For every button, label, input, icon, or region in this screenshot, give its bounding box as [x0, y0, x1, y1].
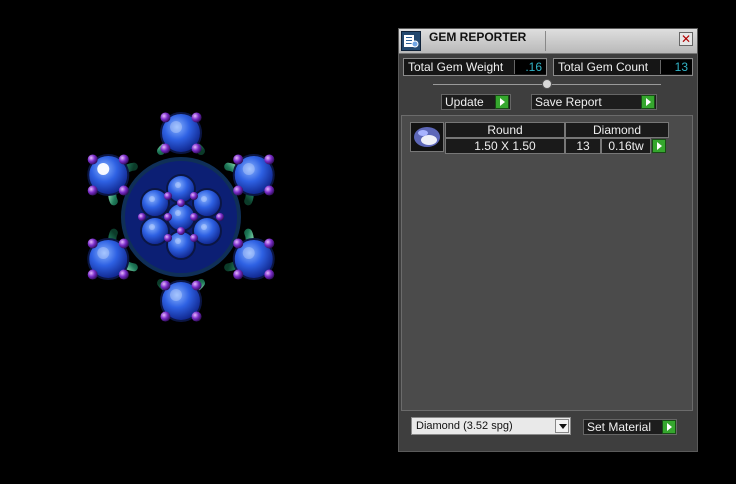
- update-button-label: Update: [445, 95, 484, 109]
- purple-prong: [118, 185, 129, 196]
- purple-prong: [233, 238, 244, 249]
- close-icon: ✕: [680, 32, 692, 46]
- purple-bead: [190, 234, 198, 242]
- set-material-button[interactable]: Set Material: [583, 419, 677, 435]
- total-gem-count-label: Total Gem Count: [558, 60, 649, 74]
- purple-prong: [191, 143, 202, 154]
- purple-prong: [233, 269, 244, 280]
- inner-gem: [166, 174, 196, 204]
- gem-list: Round Diamond 1.50 X 1.50 13 0.16tw: [401, 115, 693, 411]
- inner-gem-highlight: [175, 182, 181, 188]
- gem-highlight: [97, 247, 110, 259]
- title-bar[interactable]: GEM REPORTER ✕: [399, 29, 697, 54]
- inner-gem-highlight: [149, 196, 155, 202]
- inner-gem: [166, 230, 196, 260]
- purple-prong: [191, 311, 202, 322]
- material-select[interactable]: Diamond (3.52 spg): [411, 417, 571, 435]
- purple-prong: [264, 269, 275, 280]
- gem-highlight: [242, 163, 255, 175]
- purple-prong: [264, 185, 275, 196]
- purple-bead: [164, 213, 172, 221]
- purple-prong: [233, 185, 244, 196]
- inner-gem-highlight: [201, 196, 207, 202]
- gem-reporter-panel: GEM REPORTER ✕ Total Gem Weight .16 Tota…: [398, 28, 698, 452]
- material-select-value: Diamond (3.52 spg): [416, 420, 513, 432]
- inner-gem-highlight: [175, 238, 181, 244]
- play-arrow-icon: [495, 95, 509, 109]
- purple-prong: [118, 238, 129, 249]
- gem-thumbnail-graphic: [414, 127, 440, 147]
- gem-weight-cell: 0.16tw: [601, 138, 651, 154]
- purple-prong: [87, 185, 98, 196]
- play-arrow-icon[interactable]: [652, 139, 666, 153]
- purple-prong: [118, 154, 129, 165]
- purple-bead: [216, 213, 224, 221]
- purple-prong: [87, 238, 98, 249]
- play-arrow-icon: [662, 420, 676, 434]
- purple-prong: [191, 280, 202, 291]
- chevron-down-icon[interactable]: [555, 419, 569, 433]
- 3d-viewport[interactable]: [0, 0, 396, 484]
- gem-count-cell: 13: [565, 138, 601, 154]
- inner-gem-highlight: [149, 224, 155, 230]
- purple-bead: [190, 213, 198, 221]
- purple-bead: [164, 234, 172, 242]
- column-header-shape: Round: [445, 122, 565, 138]
- update-button[interactable]: Update: [441, 94, 511, 110]
- inner-gem-highlight: [201, 224, 207, 230]
- total-gem-weight-field: Total Gem Weight .16: [403, 58, 547, 76]
- title-separator: [545, 31, 546, 51]
- inner-gem: [192, 216, 222, 246]
- column-header-material: Diamond: [565, 122, 669, 138]
- inner-gem: [140, 216, 170, 246]
- purple-bead: [190, 192, 198, 200]
- set-material-button-label: Set Material: [587, 420, 652, 434]
- purple-prong: [264, 238, 275, 249]
- total-gem-weight-label: Total Gem Weight: [408, 60, 504, 74]
- purple-prong: [191, 112, 202, 123]
- purple-prong: [118, 269, 129, 280]
- purple-prong: [87, 269, 98, 280]
- purple-bead: [177, 199, 185, 207]
- purple-bead: [164, 192, 172, 200]
- purple-bead: [138, 213, 146, 221]
- gem-highlight: [242, 247, 255, 259]
- purple-prong: [233, 154, 244, 165]
- total-gem-count-field: Total Gem Count 13: [553, 58, 693, 76]
- purple-prong: [160, 112, 171, 123]
- total-gem-count-value: 13: [660, 60, 692, 74]
- inner-gem: [140, 188, 170, 218]
- purple-prong: [160, 143, 171, 154]
- purple-prong: [160, 311, 171, 322]
- gem-reporter-icon: [401, 31, 421, 51]
- purple-bead: [177, 227, 185, 235]
- close-button[interactable]: ✕: [679, 32, 693, 46]
- gem-size-cell: 1.50 X 1.50: [445, 138, 565, 154]
- play-arrow-icon: [641, 95, 655, 109]
- gem-highlight: [97, 163, 110, 175]
- save-report-button-label: Save Report: [535, 95, 602, 109]
- purple-prong: [87, 154, 98, 165]
- purple-prong: [264, 154, 275, 165]
- gem-highlight: [170, 289, 182, 301]
- gem-highlight: [170, 121, 182, 133]
- inner-gem-highlight: [175, 210, 181, 216]
- jewel-render: [87, 112, 275, 322]
- gem-thumbnail-icon: [410, 122, 444, 152]
- inner-gem: [192, 188, 222, 218]
- purple-prong: [160, 280, 171, 291]
- total-gem-weight-value: .16: [514, 60, 546, 74]
- size-slider-thumb[interactable]: [542, 79, 552, 89]
- window-title: GEM REPORTER: [429, 30, 527, 44]
- gem-reporter-icon-graphic: [404, 35, 419, 48]
- save-report-button[interactable]: Save Report: [531, 94, 657, 110]
